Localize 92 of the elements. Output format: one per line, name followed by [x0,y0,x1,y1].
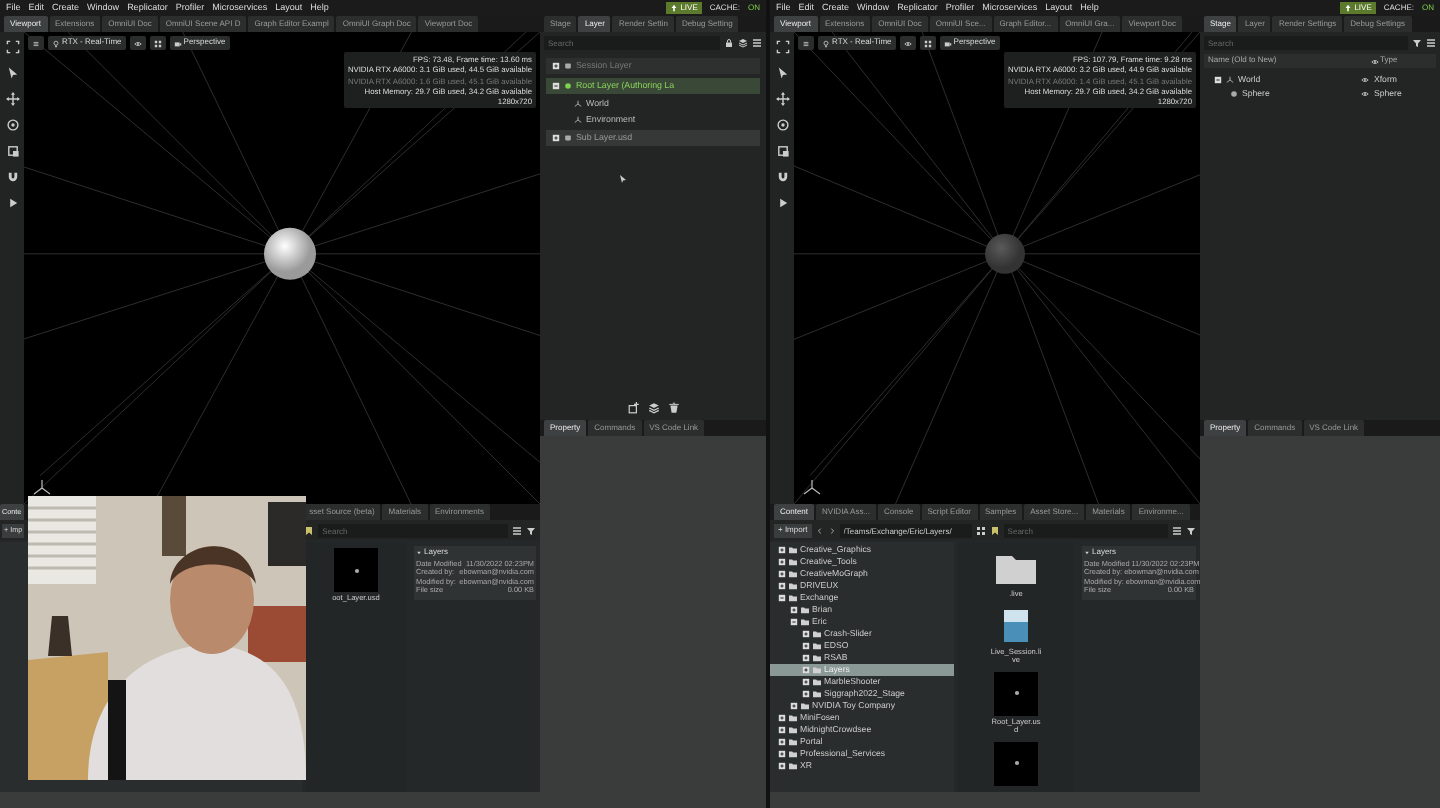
layer-icon [564,82,572,90]
filter-icon[interactable] [1186,525,1196,535]
bookmark-icon[interactable] [989,525,1000,535]
magnet-icon[interactable] [5,170,19,184]
expand-toggle-icon[interactable] [778,582,786,590]
filter-icon[interactable] [526,525,536,535]
axis-icon [802,478,822,498]
scale-icon[interactable] [5,144,19,158]
expand-toggle-icon[interactable] [790,702,798,710]
dot-icon [1013,690,1019,697]
expand-toggle-icon[interactable] [802,654,810,662]
list-icon[interactable] [752,38,762,48]
expand-toggle-icon[interactable] [790,618,798,626]
rotate-icon[interactable] [5,118,19,132]
move-icon[interactable] [5,92,19,106]
scale-icon[interactable] [775,144,789,158]
grid-button[interactable] [149,36,166,50]
play-icon[interactable] [5,196,19,210]
layers-icon[interactable] [647,402,659,414]
sphere-icon [1230,89,1238,97]
file-thumbnail[interactable] [994,741,1038,786]
bookmark-icon[interactable] [304,525,315,535]
forward-icon[interactable] [827,525,836,535]
expand-toggle-icon[interactable] [552,82,560,90]
settings-button[interactable] [798,36,814,50]
upload-icon [1344,4,1353,12]
expand-toggle-icon[interactable] [778,762,786,770]
eye-icon [133,39,142,47]
magnet-icon[interactable] [775,170,789,184]
eye-icon[interactable] [1360,75,1370,83]
frame-icon[interactable] [775,40,789,54]
expand-toggle-icon[interactable] [802,678,810,686]
eye-icon [903,39,912,47]
expand-toggle-icon[interactable] [778,546,786,554]
dot-icon [1013,760,1019,767]
expand-toggle-icon[interactable] [552,134,560,142]
grid-icon [923,39,932,47]
grid-view-icon[interactable] [975,525,986,535]
expand-toggle-icon[interactable] [552,62,560,70]
bulb-icon [52,39,60,47]
sphere[interactable] [264,227,316,280]
bulb-icon [822,39,830,47]
visibility-button[interactable] [129,36,146,50]
expand-toggle-icon[interactable] [778,570,786,578]
expand-toggle-icon[interactable] [778,558,786,566]
expand-toggle-icon[interactable] [778,750,786,758]
expand-toggle-icon[interactable] [802,690,810,698]
list-icon[interactable] [1172,525,1182,535]
menu-icon [32,39,40,47]
filter-icon[interactable] [1412,38,1422,48]
grid-icon [153,39,162,47]
expand-toggle-icon[interactable] [802,666,810,674]
play-icon[interactable] [775,196,789,210]
xform-icon [574,116,582,124]
list-icon[interactable] [1426,38,1436,48]
settings-button[interactable] [28,36,44,50]
layer-icon [564,134,572,142]
add-layer-icon[interactable] [627,402,639,414]
move-icon[interactable] [775,92,789,106]
select-icon[interactable] [775,66,789,80]
expand-toggle-icon[interactable] [778,726,786,734]
eye-icon[interactable] [1360,89,1370,97]
expand-toggle-icon[interactable] [778,714,786,722]
expand-toggle-icon[interactable] [802,642,810,650]
grid-button[interactable] [919,36,936,50]
trash-icon[interactable] [667,402,679,414]
file-thumbnail[interactable] [994,671,1038,716]
layers-icon[interactable] [738,38,748,48]
rotate-icon[interactable] [775,118,789,132]
layer-icon [564,62,572,70]
camera-icon [173,39,182,47]
back-icon[interactable] [815,525,824,535]
select-icon[interactable] [5,66,19,80]
frame-icon[interactable] [5,40,19,54]
expand-toggle-icon[interactable] [778,594,786,602]
upload-icon [670,4,679,12]
axis-icon [32,478,52,498]
menu-icon [802,39,810,47]
camera-icon [943,39,952,47]
expand-toggle-icon[interactable] [790,606,798,614]
expand-toggle-icon[interactable] [802,630,810,638]
xform-icon [574,100,582,108]
lock-icon[interactable] [724,38,734,48]
expand-toggle-icon[interactable] [778,738,786,746]
mouse-pointer-icon [618,174,628,185]
dot-icon [353,567,359,573]
xform-icon [1226,75,1234,83]
visibility-button[interactable] [899,36,916,50]
list-icon[interactable] [512,525,522,535]
expand-toggle-icon[interactable] [1214,75,1222,83]
file-thumbnail[interactable] [334,548,378,592]
eye-icon[interactable] [1370,57,1380,65]
